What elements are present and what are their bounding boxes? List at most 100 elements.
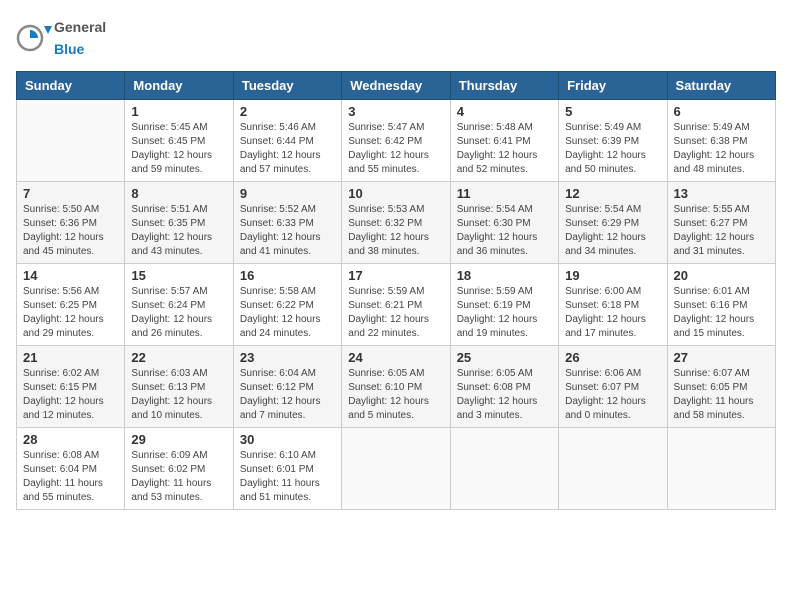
day-number: 9 bbox=[240, 186, 335, 201]
day-info: Sunrise: 6:10 AMSunset: 6:01 PMDaylight:… bbox=[240, 449, 335, 505]
day-number: 27 bbox=[674, 350, 769, 365]
day-number: 15 bbox=[131, 268, 226, 283]
day-number: 10 bbox=[348, 186, 443, 201]
calendar-cell: 28 Sunrise: 6:08 AMSunset: 6:04 PMDayligh… bbox=[17, 428, 125, 510]
day-info: Sunrise: 5:57 AMSunset: 6:24 PMDaylight:… bbox=[131, 285, 226, 341]
col-header-friday: Friday bbox=[559, 72, 667, 100]
calendar-cell: 6 Sunrise: 5:49 AMSunset: 6:38 PMDaylight… bbox=[667, 100, 775, 182]
calendar-cell: 23Sunrise: 6:04 AMSunset: 6:12 PMDayligh… bbox=[233, 346, 341, 428]
day-number: 13 bbox=[674, 186, 769, 201]
calendar-cell: 14 Sunrise: 5:56 AMSunset: 6:25 PMDayligh… bbox=[17, 264, 125, 346]
day-number: 18 bbox=[457, 268, 552, 283]
logo-general: General bbox=[54, 19, 106, 35]
day-info: Sunrise: 6:05 AMSunset: 6:10 PMDaylight:… bbox=[348, 367, 443, 423]
day-info: Sunrise: 6:08 AMSunset: 6:04 PMDaylight:… bbox=[23, 449, 118, 505]
col-header-saturday: Saturday bbox=[667, 72, 775, 100]
day-number: 29 bbox=[131, 432, 226, 447]
day-number: 14 bbox=[23, 268, 118, 283]
col-header-thursday: Thursday bbox=[450, 72, 558, 100]
calendar-cell: 7Sunrise: 5:50 AMSunset: 6:36 PMDaylight… bbox=[17, 182, 125, 264]
day-info: Sunrise: 6:02 AMSunset: 6:15 PMDaylight:… bbox=[23, 367, 118, 423]
calendar-cell: 11Sunrise: 5:54 AMSunset: 6:30 PMDayligh… bbox=[450, 182, 558, 264]
calendar-cell: 3 Sunrise: 5:47 AMSunset: 6:42 PMDaylight… bbox=[342, 100, 450, 182]
calendar-week-2: 7Sunrise: 5:50 AMSunset: 6:36 PMDaylight… bbox=[17, 182, 776, 264]
day-info: Sunrise: 6:04 AMSunset: 6:12 PMDaylight:… bbox=[240, 367, 335, 423]
calendar-cell: 27 Sunrise: 6:07 AMSunset: 6:05 PMDayligh… bbox=[667, 346, 775, 428]
calendar-cell: 2 Sunrise: 5:46 AMSunset: 6:44 PMDaylight… bbox=[233, 100, 341, 182]
day-info: Sunrise: 5:54 AMSunset: 6:29 PMDaylight:… bbox=[565, 203, 660, 259]
day-number: 20 bbox=[674, 268, 769, 283]
day-number: 5 bbox=[565, 104, 660, 119]
calendar-cell bbox=[450, 428, 558, 510]
day-number: 30 bbox=[240, 432, 335, 447]
day-info: Sunrise: 5:49 AMSunset: 6:38 PMDaylight:… bbox=[674, 121, 769, 177]
calendar-week-3: 14 Sunrise: 5:56 AMSunset: 6:25 PMDayligh… bbox=[17, 264, 776, 346]
calendar-cell: 26 Sunrise: 6:06 AMSunset: 6:07 PMDayligh… bbox=[559, 346, 667, 428]
calendar-cell: 24 Sunrise: 6:05 AMSunset: 6:10 PMDayligh… bbox=[342, 346, 450, 428]
day-number: 11 bbox=[457, 186, 552, 201]
day-number: 25 bbox=[457, 350, 552, 365]
col-header-tuesday: Tuesday bbox=[233, 72, 341, 100]
calendar-cell: 16 Sunrise: 5:58 AMSunset: 6:22 PMDayligh… bbox=[233, 264, 341, 346]
calendar-cell: 15 Sunrise: 5:57 AMSunset: 6:24 PMDayligh… bbox=[125, 264, 233, 346]
calendar-cell bbox=[559, 428, 667, 510]
calendar-week-4: 21 Sunrise: 6:02 AMSunset: 6:15 PMDayligh… bbox=[17, 346, 776, 428]
calendar-cell: 1 Sunrise: 5:45 AMSunset: 6:45 PMDaylight… bbox=[125, 100, 233, 182]
day-number: 8 bbox=[131, 186, 226, 201]
day-number: 26 bbox=[565, 350, 660, 365]
logo-blue: Blue bbox=[54, 41, 84, 57]
calendar-cell: 30 Sunrise: 6:10 AMSunset: 6:01 PMDayligh… bbox=[233, 428, 341, 510]
logo: General Blue bbox=[16, 16, 106, 59]
day-info: Sunrise: 6:07 AMSunset: 6:05 PMDaylight:… bbox=[674, 367, 769, 423]
day-info: Sunrise: 5:46 AMSunset: 6:44 PMDaylight:… bbox=[240, 121, 335, 177]
day-number: 17 bbox=[348, 268, 443, 283]
day-info: Sunrise: 6:06 AMSunset: 6:07 PMDaylight:… bbox=[565, 367, 660, 423]
day-number: 1 bbox=[131, 104, 226, 119]
calendar-week-5: 28 Sunrise: 6:08 AMSunset: 6:04 PMDayligh… bbox=[17, 428, 776, 510]
calendar-header-row: SundayMondayTuesdayWednesdayThursdayFrid… bbox=[17, 72, 776, 100]
calendar-cell: 5 Sunrise: 5:49 AMSunset: 6:39 PMDaylight… bbox=[559, 100, 667, 182]
day-info: Sunrise: 6:03 AMSunset: 6:13 PMDaylight:… bbox=[131, 367, 226, 423]
day-info: Sunrise: 5:50 AMSunset: 6:36 PMDaylight:… bbox=[23, 203, 118, 259]
day-number: 2 bbox=[240, 104, 335, 119]
day-info: Sunrise: 5:59 AMSunset: 6:21 PMDaylight:… bbox=[348, 285, 443, 341]
day-info: Sunrise: 5:55 AMSunset: 6:27 PMDaylight:… bbox=[674, 203, 769, 259]
day-info: Sunrise: 5:52 AMSunset: 6:33 PMDaylight:… bbox=[240, 203, 335, 259]
calendar-cell bbox=[342, 428, 450, 510]
calendar-cell: 22Sunrise: 6:03 AMSunset: 6:13 PMDayligh… bbox=[125, 346, 233, 428]
day-info: Sunrise: 6:05 AMSunset: 6:08 PMDaylight:… bbox=[457, 367, 552, 423]
day-info: Sunrise: 5:53 AMSunset: 6:32 PMDaylight:… bbox=[348, 203, 443, 259]
col-header-sunday: Sunday bbox=[17, 72, 125, 100]
day-number: 12 bbox=[565, 186, 660, 201]
day-number: 16 bbox=[240, 268, 335, 283]
calendar: SundayMondayTuesdayWednesdayThursdayFrid… bbox=[16, 71, 776, 510]
day-number: 28 bbox=[23, 432, 118, 447]
day-info: Sunrise: 5:49 AMSunset: 6:39 PMDaylight:… bbox=[565, 121, 660, 177]
day-number: 6 bbox=[674, 104, 769, 119]
day-info: Sunrise: 6:09 AMSunset: 6:02 PMDaylight:… bbox=[131, 449, 226, 505]
calendar-cell bbox=[667, 428, 775, 510]
day-info: Sunrise: 5:45 AMSunset: 6:45 PMDaylight:… bbox=[131, 121, 226, 177]
calendar-cell: 18Sunrise: 5:59 AMSunset: 6:19 PMDayligh… bbox=[450, 264, 558, 346]
calendar-cell: 4 Sunrise: 5:48 AMSunset: 6:41 PMDaylight… bbox=[450, 100, 558, 182]
day-info: Sunrise: 5:56 AMSunset: 6:25 PMDaylight:… bbox=[23, 285, 118, 341]
day-info: Sunrise: 5:58 AMSunset: 6:22 PMDaylight:… bbox=[240, 285, 335, 341]
calendar-cell: 10 Sunrise: 5:53 AMSunset: 6:32 PMDayligh… bbox=[342, 182, 450, 264]
day-number: 4 bbox=[457, 104, 552, 119]
day-number: 21 bbox=[23, 350, 118, 365]
day-info: Sunrise: 5:47 AMSunset: 6:42 PMDaylight:… bbox=[348, 121, 443, 177]
calendar-cell: 21 Sunrise: 6:02 AMSunset: 6:15 PMDayligh… bbox=[17, 346, 125, 428]
day-number: 24 bbox=[348, 350, 443, 365]
col-header-monday: Monday bbox=[125, 72, 233, 100]
calendar-cell: 8 Sunrise: 5:51 AMSunset: 6:35 PMDaylight… bbox=[125, 182, 233, 264]
calendar-cell: 12 Sunrise: 5:54 AMSunset: 6:29 PMDayligh… bbox=[559, 182, 667, 264]
day-info: Sunrise: 6:01 AMSunset: 6:16 PMDaylight:… bbox=[674, 285, 769, 341]
calendar-cell: 29 Sunrise: 6:09 AMSunset: 6:02 PMDayligh… bbox=[125, 428, 233, 510]
day-number: 3 bbox=[348, 104, 443, 119]
calendar-cell: 13 Sunrise: 5:55 AMSunset: 6:27 PMDayligh… bbox=[667, 182, 775, 264]
day-info: Sunrise: 5:51 AMSunset: 6:35 PMDaylight:… bbox=[131, 203, 226, 259]
header: General Blue bbox=[16, 16, 776, 59]
calendar-cell: 25 Sunrise: 6:05 AMSunset: 6:08 PMDayligh… bbox=[450, 346, 558, 428]
day-info: Sunrise: 5:48 AMSunset: 6:41 PMDaylight:… bbox=[457, 121, 552, 177]
col-header-wednesday: Wednesday bbox=[342, 72, 450, 100]
